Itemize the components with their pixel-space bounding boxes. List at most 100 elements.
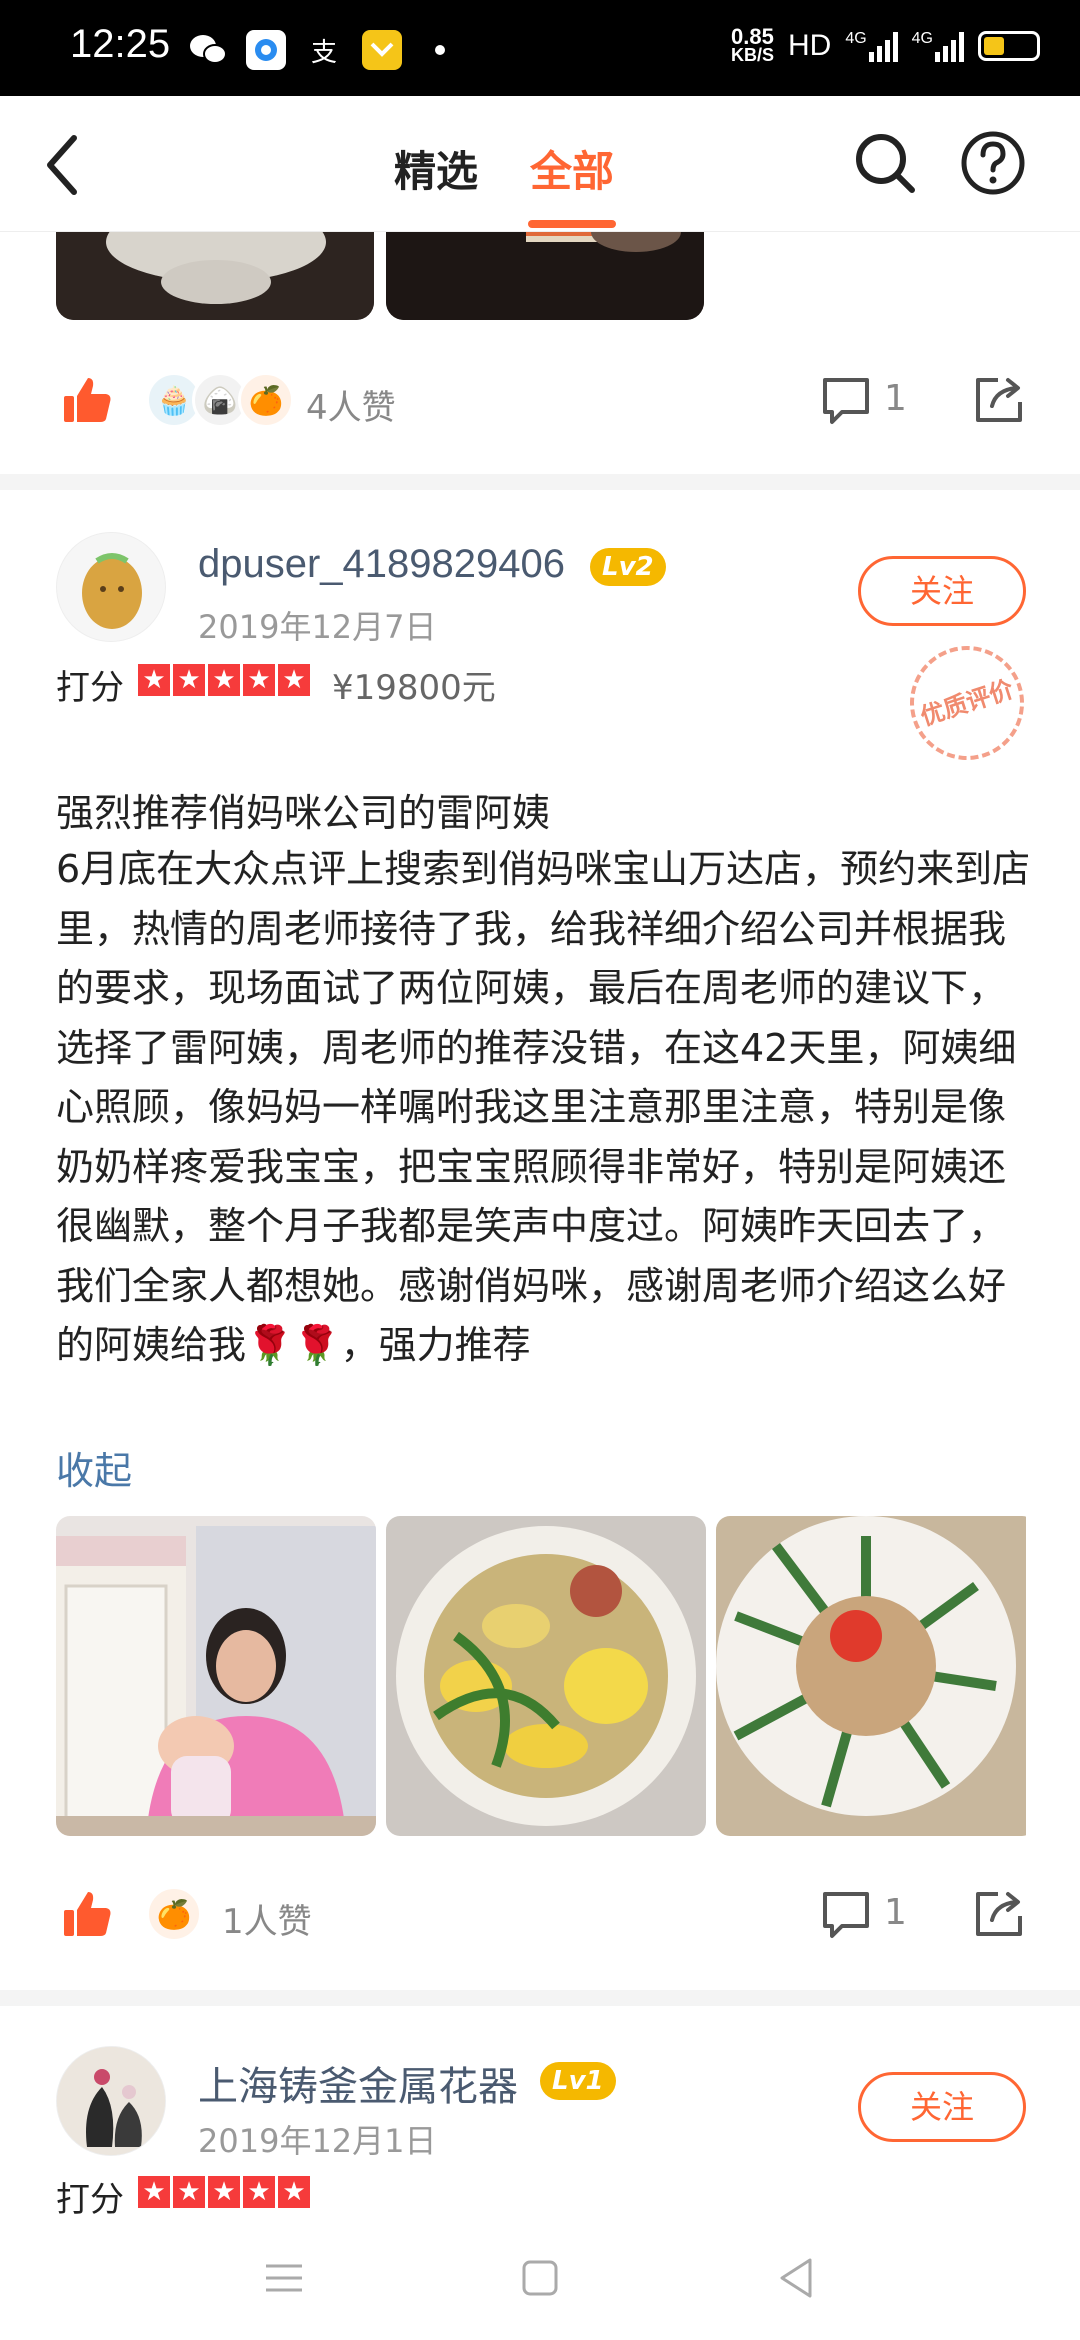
system-navigation-bar — [0, 2222, 1080, 2340]
price-per-person: ¥19800元 — [332, 668, 496, 708]
review-date: 2019年12月7日 — [198, 608, 437, 646]
battery-icon — [978, 31, 1040, 61]
follow-button[interactable]: 关注 — [858, 556, 1026, 626]
share-button[interactable] — [972, 1886, 1026, 1940]
like-button[interactable] — [62, 374, 114, 426]
star-icon: ★ — [243, 664, 275, 696]
thumbs-up-icon — [64, 1892, 111, 1936]
thumbs-up-icon — [64, 378, 111, 422]
screen: { "status_bar": { "time": "12:25", "net_… — [0, 0, 1080, 2340]
more-dot-icon — [420, 30, 460, 70]
likes-count: 1人赞 — [222, 1902, 312, 1942]
rating-label: 打分 — [56, 668, 124, 708]
corn-soup-photo-icon — [386, 1516, 706, 1836]
speed-value: 0.85 — [731, 24, 774, 49]
network-speed: 0.85 KB/S — [730, 24, 774, 65]
prev-review-photo-1[interactable] — [56, 232, 374, 320]
nanny-with-baby-photo-icon — [56, 1516, 376, 1836]
tab-featured[interactable]: 精选 — [394, 138, 478, 199]
share-icon — [976, 378, 1022, 422]
share-button[interactable] — [972, 372, 1026, 426]
back-button[interactable] — [30, 130, 100, 200]
prev-review-photo-2[interactable] — [386, 232, 704, 320]
review-username[interactable]: dpuser_4189829406 — [198, 542, 565, 587]
speed-unit: KB/S — [730, 45, 774, 65]
prev-review-actions: 🧁 🍙 🍊 4人赞 1 — [0, 354, 1080, 444]
signal-2-bars-icon — [935, 30, 964, 62]
comment-button[interactable] — [820, 374, 872, 426]
bowl-photo-icon — [56, 232, 374, 320]
review-actions: 🍊 1人赞 1 — [0, 1868, 1080, 1958]
rating-label: 打分 — [56, 2180, 124, 2220]
cucumber-dish-photo-icon — [716, 1516, 1026, 1836]
liker-avatars: 🍊 — [146, 1886, 202, 1942]
help-button[interactable] — [958, 128, 1028, 198]
home-button[interactable] — [518, 2256, 562, 2304]
clock: 12:25 — [70, 22, 171, 66]
signal-2: 4G — [912, 30, 964, 62]
help-icon — [961, 131, 1025, 195]
star-rating: ★ ★ ★ ★ ★ — [138, 664, 310, 696]
search-icon — [856, 134, 915, 193]
comment-button[interactable] — [820, 1888, 872, 1940]
food-photo-icon — [386, 232, 704, 320]
wechat-icon — [188, 30, 228, 70]
comment-icon — [823, 378, 869, 424]
status-bar: 12:25 支 0.85 KB/S HD 4G 4G — [0, 0, 1080, 96]
star-icon: ★ — [278, 664, 310, 696]
star-icon: ★ — [208, 2176, 240, 2208]
menu-button[interactable] — [262, 2256, 306, 2304]
review-divider — [0, 1990, 1080, 2006]
avatar[interactable] — [56, 2046, 166, 2156]
liker-avatar-3: 🍊 — [238, 372, 294, 428]
alipay-icon: 支 — [310, 37, 337, 68]
follow-button[interactable]: 关注 — [858, 2072, 1026, 2142]
back-nav-button[interactable] — [774, 2254, 818, 2306]
star-rating: ★ ★ ★ ★ ★ — [138, 2176, 310, 2208]
review-body: 6月底在大众点评上搜索到俏妈咪宝山万达店，预约来到店里，热情的周老师接待了我，给… — [56, 847, 1031, 1367]
review-photo-2[interactable] — [386, 1516, 706, 1836]
browser-icon — [246, 30, 286, 70]
system-indicators: 0.85 KB/S HD 4G 4G — [730, 24, 1040, 65]
collapse-link[interactable]: 收起 — [56, 1440, 132, 1495]
signal-1-bars-icon — [868, 30, 898, 62]
back-arrow-icon — [47, 135, 77, 195]
hd-label: HD — [787, 29, 832, 62]
like-button[interactable] — [62, 1888, 114, 1940]
likes-count: 4人赞 — [306, 388, 396, 428]
star-icon: ★ — [243, 2176, 275, 2208]
home-square-icon — [522, 2260, 558, 2296]
review-date: 2019年12月1日 — [198, 2122, 437, 2160]
signal-2-label: 4G — [911, 30, 933, 47]
avatar[interactable] — [56, 532, 166, 642]
quality-review-stamp: 优质评价 — [895, 631, 1039, 775]
vase-avatar-icon — [57, 2047, 165, 2155]
active-tab-indicator — [528, 220, 616, 228]
star-icon: ★ — [173, 2176, 205, 2208]
review-photo-3[interactable] — [716, 1516, 1036, 1836]
star-icon: ★ — [208, 664, 240, 696]
comment-count: 1 — [884, 1892, 907, 1933]
notification-icons: 支 — [188, 30, 460, 70]
review-photo-1[interactable] — [56, 1516, 376, 1836]
tab-all[interactable]: 全部 — [530, 138, 614, 199]
review-username[interactable]: 上海铸釜金属花器 — [198, 2054, 518, 2112]
liker-avatars: 🧁 🍙 🍊 — [146, 372, 294, 428]
coupon-icon — [362, 30, 402, 70]
comment-count: 1 — [884, 378, 907, 419]
star-icon: ★ — [278, 2176, 310, 2208]
review-divider — [0, 474, 1080, 490]
menu-icon — [266, 2264, 302, 2292]
signal-1-label: 4G — [845, 30, 867, 47]
signal-1: 4G — [845, 30, 898, 62]
star-icon: ★ — [138, 664, 170, 696]
level-badge: Lv1 — [540, 2062, 616, 2100]
level-badge: Lv2 — [590, 548, 666, 586]
search-button[interactable] — [850, 128, 920, 198]
star-icon: ★ — [138, 2176, 170, 2208]
potato-avatar-icon — [82, 553, 142, 629]
liker-avatar-1: 🍊 — [146, 1886, 202, 1942]
top-nav-bar: 精选 全部 — [0, 96, 1080, 232]
back-triangle-icon — [780, 2258, 812, 2298]
review-title: 强烈推荐俏妈咪公司的雷阿姨 — [56, 791, 551, 835]
